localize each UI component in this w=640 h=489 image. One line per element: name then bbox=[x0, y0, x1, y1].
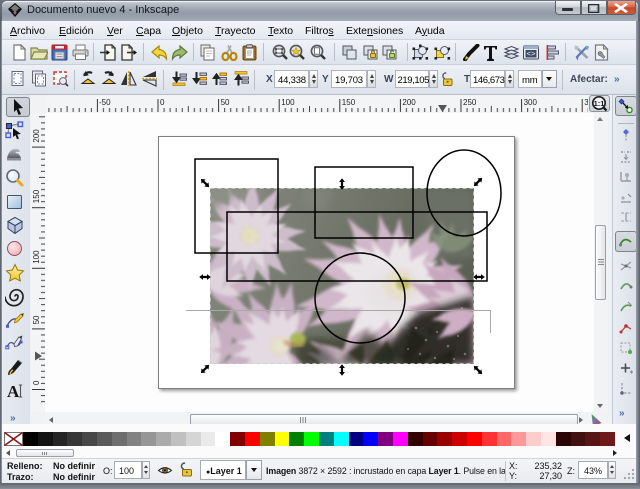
svg-text:50: 50 bbox=[221, 98, 230, 107]
svg-text:A: A bbox=[7, 382, 20, 401]
svg-text:-50: -50 bbox=[99, 98, 111, 107]
svg-text:200: 200 bbox=[402, 98, 416, 107]
svg-text:<>: <> bbox=[526, 51, 536, 59]
svg-text:200: 200 bbox=[32, 129, 41, 143]
svg-text:100: 100 bbox=[281, 98, 295, 107]
svg-text:150: 150 bbox=[342, 98, 356, 107]
svg-text:0: 0 bbox=[32, 380, 41, 385]
svg-text:250: 250 bbox=[463, 98, 477, 107]
svg-text:1:1: 1:1 bbox=[594, 99, 605, 108]
svg-text:150: 150 bbox=[32, 189, 41, 203]
svg-text:100: 100 bbox=[32, 250, 41, 264]
svg-text:0: 0 bbox=[160, 98, 165, 107]
svg-text:50: 50 bbox=[32, 315, 41, 324]
svg-text:300: 300 bbox=[524, 98, 538, 107]
